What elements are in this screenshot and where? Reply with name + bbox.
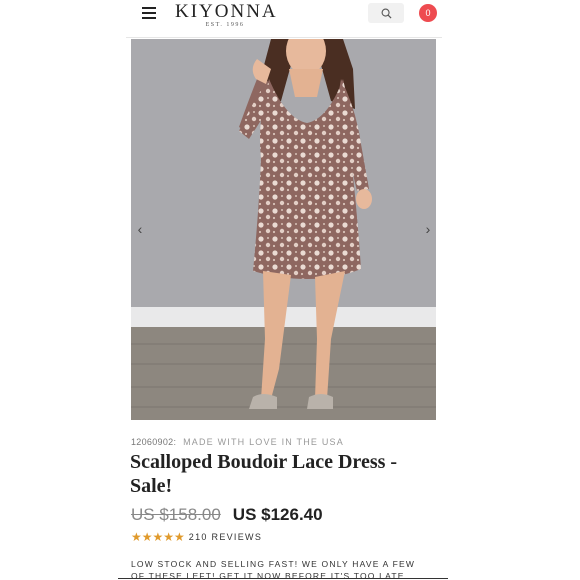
logo-text: KIYONNA: [175, 1, 278, 22]
bottom-divider: [118, 578, 448, 579]
hamburger-icon[interactable]: [142, 7, 156, 19]
chevron-left-icon[interactable]: ‹: [133, 219, 147, 239]
original-price: US $158.00: [131, 505, 221, 524]
chevron-right-icon[interactable]: ›: [421, 219, 435, 239]
site-header: KIYONNA EST. 1996 0: [130, 0, 444, 30]
search-icon: [381, 8, 392, 19]
cart-count-badge[interactable]: 0: [419, 4, 437, 22]
search-button[interactable]: [368, 3, 404, 23]
header-divider: [126, 37, 442, 38]
reviews-link[interactable]: 210 REVIEWS: [189, 532, 262, 542]
star-rating: ★★★★★: [131, 530, 185, 544]
logo[interactable]: KIYONNA EST. 1996: [175, 1, 278, 29]
made-in-label: MADE WITH LOVE IN THE USA: [183, 437, 344, 447]
product-image[interactable]: [131, 39, 436, 420]
sku: 12060902: [131, 437, 174, 447]
logo-est: EST. 1996: [205, 22, 245, 28]
product-title: Scalloped Boudoir Lace Dress - Sale!: [130, 451, 398, 497]
rating-block[interactable]: ★★★★★ 210 REVIEWS: [131, 530, 262, 544]
stock-message: LOW STOCK AND SELLING FAST! WE ONLY HAVE…: [131, 559, 416, 580]
sku-separator: :: [173, 437, 177, 447]
price-block: US $158.00 US $126.40: [131, 505, 323, 525]
sku-line: 12060902: MADE WITH LOVE IN THE USA: [131, 437, 344, 447]
sale-price: US $126.40: [232, 505, 323, 524]
